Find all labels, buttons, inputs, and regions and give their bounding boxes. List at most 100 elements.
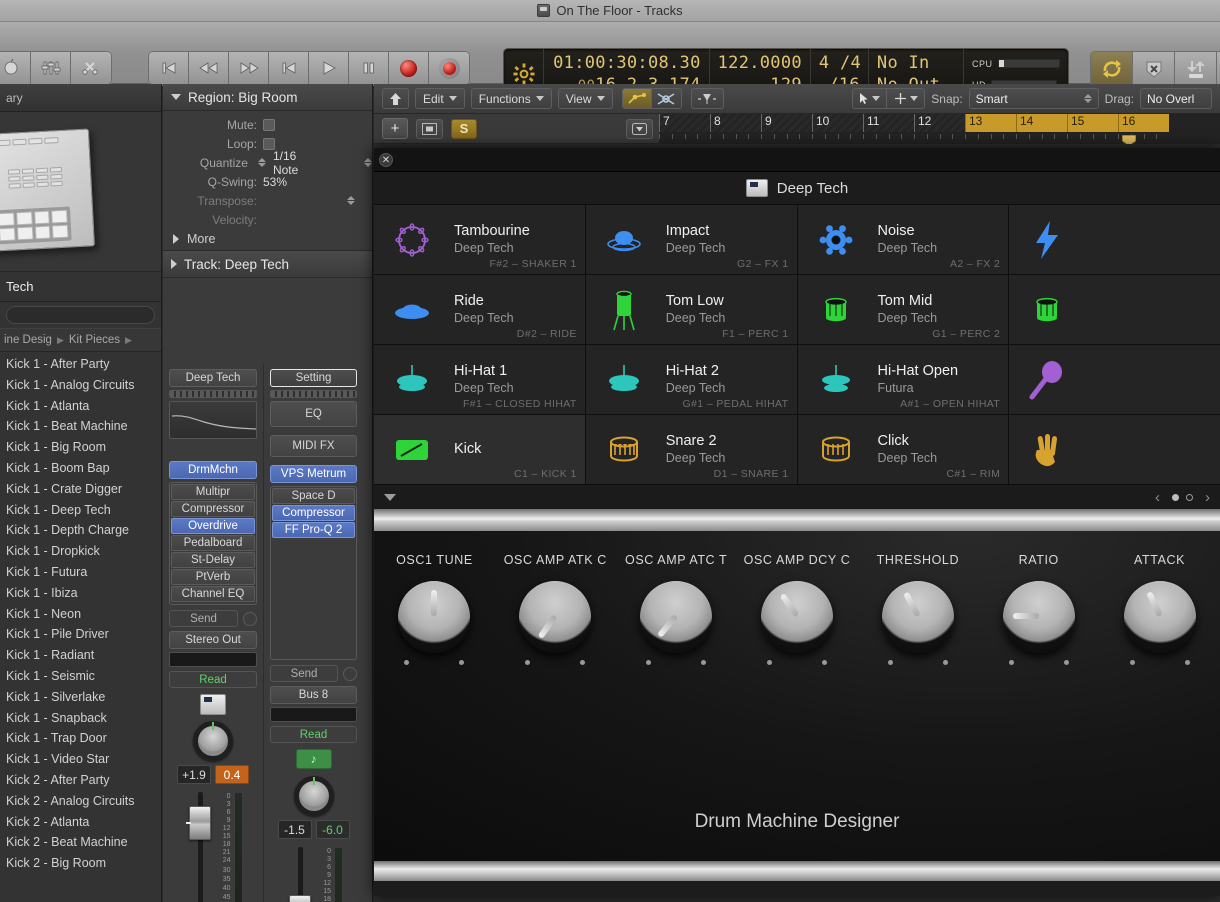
insert-slot[interactable]: Compressor xyxy=(272,505,355,521)
library-list[interactable]: Kick 1 - After Party Kick 1 - Analog Circ… xyxy=(0,352,161,902)
drum-pad[interactable] xyxy=(1009,275,1220,344)
track-inspector-header[interactable]: Track: Deep Tech xyxy=(163,251,372,278)
knob-control[interactable]: OSC AMP ATC T xyxy=(616,553,737,665)
insert-slot-empty[interactable] xyxy=(272,556,355,572)
menu-edit[interactable]: Edit xyxy=(415,88,465,109)
list-item[interactable]: Kick 1 - Beat Machine xyxy=(0,416,161,437)
drum-pad[interactable]: Snare 2 Deep Tech D1 – SNARE 1 xyxy=(585,415,797,484)
drum-pad[interactable]: Noise Deep Tech A2 – FX 2 xyxy=(797,205,1009,274)
view-toggle-group[interactable] xyxy=(0,51,112,85)
library-toggle-button[interactable] xyxy=(0,52,31,84)
drum-pad[interactable]: Tom Mid Deep Tech G1 – PERC 2 xyxy=(797,275,1009,344)
list-item[interactable]: Kick 1 - Neon xyxy=(0,604,161,625)
list-item[interactable]: Kick 1 - Atlanta xyxy=(0,396,161,417)
param-loop[interactable]: Loop: xyxy=(163,134,372,153)
menu-view[interactable]: View xyxy=(557,88,613,109)
tool-group[interactable] xyxy=(852,88,926,109)
channel-icon-row[interactable] xyxy=(169,694,257,716)
list-item[interactable]: Kick 1 - Big Room xyxy=(0,437,161,458)
list-item[interactable]: Kick 1 - Snapback xyxy=(0,708,161,729)
send-level-knob[interactable] xyxy=(343,666,357,681)
drum-pad[interactable]: Kick C1 – KICK 1 xyxy=(374,415,585,484)
knob-control[interactable]: RATIO xyxy=(978,553,1099,665)
disclosure-triangle-icon[interactable] xyxy=(171,94,181,100)
capture-recording-button[interactable] xyxy=(429,52,469,84)
disclosure-triangle-icon[interactable] xyxy=(171,259,177,269)
fader-area[interactable]: 03691215182124303540455060 xyxy=(169,792,257,902)
quantize-popup-arrows[interactable] xyxy=(364,158,372,167)
qswing-value[interactable]: 53% xyxy=(263,175,287,189)
output-slot[interactable]: Bus 8 xyxy=(270,686,357,704)
insert-slot[interactable]: Multipr xyxy=(171,484,255,500)
pan-volume-values[interactable]: +1.9 0.4 xyxy=(169,765,257,784)
insert-slot-empty[interactable] xyxy=(272,624,355,640)
drum-pad[interactable]: Hi-Hat 1 Deep Tech F#1 – CLOSED HIHAT xyxy=(374,345,585,414)
list-item[interactable]: Kick 2 - Beat Machine xyxy=(0,832,161,853)
automation-mode-button[interactable]: Read xyxy=(270,726,357,743)
knob-control[interactable]: OSC AMP DCY C xyxy=(737,553,858,665)
drum-pad[interactable]: Hi-Hat Open Futura A#1 – OPEN HIHAT xyxy=(797,345,1009,414)
insert-slot-empty[interactable] xyxy=(272,539,355,555)
volume-value[interactable]: -6.0 xyxy=(315,820,350,839)
page-dots[interactable] xyxy=(1172,493,1193,501)
disclosure-triangle-icon[interactable] xyxy=(384,493,396,501)
insert-slot-empty[interactable] xyxy=(272,641,355,657)
ruler-bar[interactable]: 9 xyxy=(761,114,812,132)
track-stack-icon[interactable] xyxy=(416,118,443,139)
note-icon[interactable]: ♪ xyxy=(295,749,332,769)
list-item[interactable]: Kick 1 - Silverlake xyxy=(0,687,161,708)
insert-slot[interactable]: Pedalboard xyxy=(171,535,255,551)
setting-button[interactable]: Setting xyxy=(270,369,357,387)
channel-icon-row[interactable]: ♪ xyxy=(270,749,357,771)
knob-dial[interactable] xyxy=(519,581,592,653)
cycle-icon[interactable] xyxy=(1091,52,1133,86)
pause-button[interactable] xyxy=(349,52,389,84)
ruler-bar[interactable]: 16 xyxy=(1118,114,1169,132)
fader-area[interactable]: 03691215182124303540455060 xyxy=(270,847,357,902)
list-item[interactable]: Kick 1 - Dropkick xyxy=(0,541,161,562)
ruler-bar[interactable]: 15 xyxy=(1067,114,1118,132)
pan-knob-wrap[interactable] xyxy=(169,721,257,761)
knob-control[interactable]: THRESHOLD xyxy=(857,553,978,665)
drum-pad[interactable]: Tom Low Deep Tech F1 – PERC 1 xyxy=(585,275,797,344)
quantize-stepper[interactable] xyxy=(257,158,266,167)
list-item[interactable]: Kick 1 - Trap Door xyxy=(0,728,161,749)
ruler-bar[interactable]: 13 xyxy=(965,114,1016,132)
ruler-bar[interactable]: 10 xyxy=(812,114,863,132)
library-search-row[interactable] xyxy=(0,302,161,328)
solo-button[interactable]: S xyxy=(451,118,477,139)
eq-thumbnail[interactable] xyxy=(169,401,257,439)
list-item[interactable]: Kick 1 - Pile Driver xyxy=(0,624,161,645)
more-disclosure[interactable]: More xyxy=(163,229,372,248)
knob-dial[interactable] xyxy=(1123,581,1196,653)
drum-pad[interactable] xyxy=(1009,415,1220,484)
page-dot-1[interactable] xyxy=(1172,493,1179,501)
bounce-icon[interactable] xyxy=(1175,52,1217,86)
output-slot[interactable]: Stereo Out xyxy=(169,631,257,649)
transport-mode-group[interactable] xyxy=(1090,51,1220,87)
flex-time-icon[interactable] xyxy=(651,89,681,108)
pan-volume-values[interactable]: -1.5 -6.0 xyxy=(270,820,357,839)
editors-button[interactable] xyxy=(71,52,111,84)
insert-slot[interactable]: FF Pro-Q 2 xyxy=(272,522,355,538)
list-item[interactable]: Kick 1 - Analog Circuits xyxy=(0,375,161,396)
list-item[interactable]: Kick 1 - Crate Digger xyxy=(0,479,161,500)
transpose-stepper[interactable] xyxy=(347,196,355,205)
knob-dial[interactable] xyxy=(761,581,833,653)
instrument-slot[interactable]: DrmMchn xyxy=(169,461,257,479)
send-slot[interactable]: Send xyxy=(169,610,238,627)
list-item[interactable]: Kick 2 - Analog Circuits xyxy=(0,791,161,812)
search-input[interactable] xyxy=(6,306,155,324)
list-item[interactable]: Kick 2 - After Party xyxy=(0,770,161,791)
list-item[interactable]: Kick 2 - Atlanta xyxy=(0,812,161,833)
list-item[interactable]: Kick 1 - Ibiza xyxy=(0,583,161,604)
insert-slot[interactable]: Channel EQ xyxy=(171,586,255,602)
param-mute[interactable]: Mute: xyxy=(163,115,372,134)
flex-pitch-icon[interactable] xyxy=(690,88,724,109)
transport-controls[interactable] xyxy=(148,51,470,85)
param-quantize[interactable]: Quantize 1/16 Note xyxy=(163,149,372,177)
drum-pad[interactable]: Hi-Hat 2 Deep Tech G#1 – PEDAL HIHAT xyxy=(585,345,797,414)
midi-fx-slot[interactable]: MIDI FX xyxy=(270,435,357,457)
list-item[interactable]: Kick 1 - Video Star xyxy=(0,749,161,770)
marker-icon[interactable] xyxy=(1121,133,1137,144)
